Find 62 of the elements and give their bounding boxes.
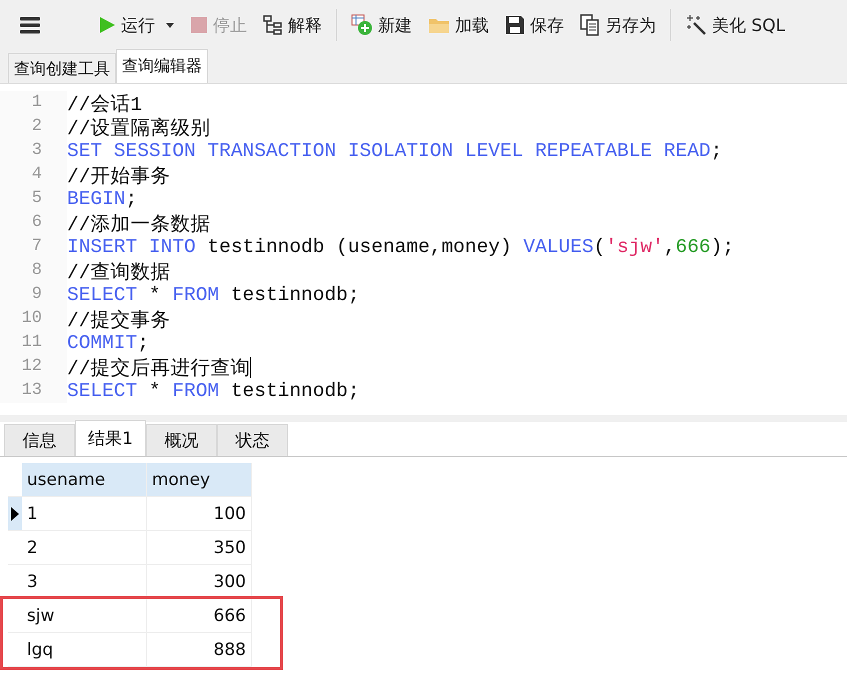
result-tab[interactable]: 状态 xyxy=(217,424,288,456)
table-cell: 3 xyxy=(22,565,147,598)
diagram-icon xyxy=(263,15,283,35)
current-row-icon xyxy=(10,506,19,520)
line-number: 6 xyxy=(0,211,67,235)
column-header[interactable]: usename xyxy=(22,463,147,496)
table-cell: sjw xyxy=(22,599,147,632)
editor-tab[interactable]: 查询编辑器 xyxy=(116,49,208,83)
table-cell: lgq xyxy=(22,633,147,666)
line-number: 2 xyxy=(0,115,67,139)
saveas-button[interactable]: 另存为 xyxy=(574,10,662,40)
caret-icon xyxy=(166,22,174,28)
table-cell: 666 xyxy=(146,599,252,632)
new-button[interactable]: 新建 xyxy=(345,10,418,40)
copy-document-icon xyxy=(580,14,600,36)
line-number: 4 xyxy=(0,163,67,187)
run-button[interactable]: 运行 xyxy=(92,10,180,40)
play-icon xyxy=(98,16,116,34)
new-table-icon xyxy=(351,14,373,36)
menu-icon xyxy=(20,16,40,34)
line-number: 1 xyxy=(0,91,67,115)
code-line: BEGIN; xyxy=(67,188,138,210)
line-number: 8 xyxy=(0,259,67,283)
code-line: //提交事务 xyxy=(67,308,170,332)
text-cursor xyxy=(250,356,252,378)
table-cell: 1 xyxy=(22,497,147,530)
code-line: //会话1 xyxy=(67,92,142,116)
beautify-button[interactable]: 美化 SQL xyxy=(679,10,792,40)
line-number: 11 xyxy=(0,331,67,355)
column-header[interactable]: money xyxy=(146,463,252,496)
line-number: 5 xyxy=(0,187,67,211)
table-cell: 2 xyxy=(22,531,147,564)
code-line: SELECT * FROM testinnodb; xyxy=(67,284,360,306)
save-button[interactable]: 保存 xyxy=(499,10,570,40)
code-line: SET SESSION TRANSACTION ISOLATION LEVEL REPEATABLE READ; xyxy=(67,140,722,162)
code-line: INSERT INTO testinnodb (usename,money) VALUES('sjw',666); xyxy=(67,236,734,258)
code-line: COMMIT; xyxy=(67,332,149,354)
result-tab[interactable]: 结果1 xyxy=(75,420,146,456)
code-line: //查询数据 xyxy=(67,260,170,284)
table-cell: 100 xyxy=(146,497,252,530)
stop-icon xyxy=(190,16,208,34)
result-tab[interactable]: 概况 xyxy=(146,424,217,456)
line-number: 3 xyxy=(0,139,67,163)
magic-wand-icon xyxy=(685,14,707,36)
line-number: 12 xyxy=(0,355,67,379)
explain-button[interactable]: 解释 xyxy=(257,10,328,40)
line-number: 9 xyxy=(0,283,67,307)
code-line: SELECT * FROM testinnodb; xyxy=(67,380,360,402)
code-line: //设置隔离级别 xyxy=(67,116,210,140)
line-number: 7 xyxy=(0,235,67,259)
result-tab[interactable]: 信息 xyxy=(4,424,75,456)
code-line: //提交后再进行查询 xyxy=(67,356,250,380)
table-cell: 300 xyxy=(146,565,252,598)
editor-tab[interactable]: 查询创建工具 xyxy=(8,53,116,83)
line-number: 10 xyxy=(0,307,67,331)
folder-icon xyxy=(428,16,450,34)
table-cell: 888 xyxy=(146,633,252,666)
load-button[interactable]: 加载 xyxy=(422,10,495,40)
line-number: 13 xyxy=(0,379,67,403)
code-line: //开始事务 xyxy=(67,164,170,188)
table-cell: 350 xyxy=(146,531,252,564)
code-line: //添加一条数据 xyxy=(67,212,210,236)
